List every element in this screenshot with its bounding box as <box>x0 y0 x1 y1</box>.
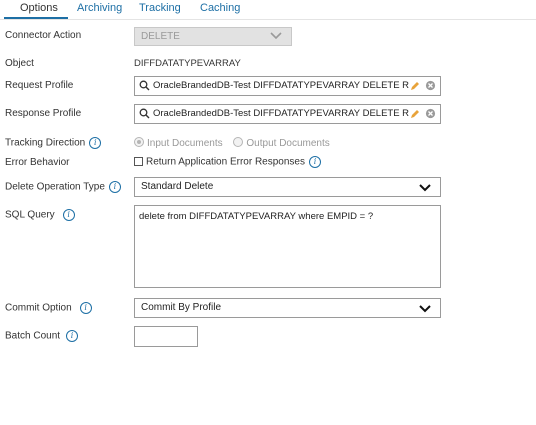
tab-options[interactable]: Options <box>20 2 58 14</box>
object-value: DIFFDATATYPEVARRAY <box>134 58 241 69</box>
request-profile-value: OracleBrandedDB-Test DIFFDATATYPEVARRAY … <box>153 80 409 91</box>
batch-count-label: Batch Count i <box>5 330 79 342</box>
info-icon[interactable]: i <box>308 156 321 168</box>
connector-action-label: Connector Action <box>5 30 82 41</box>
chevron-down-icon <box>418 182 432 197</box>
pencil-icon[interactable] <box>410 109 420 122</box>
clear-icon[interactable] <box>425 80 436 94</box>
commit-option-select[interactable]: Commit By Profile <box>134 298 441 318</box>
sql-query-text: SQL Query <box>5 209 55 221</box>
tab-bar: Options Archiving Tracking Caching <box>0 0 536 20</box>
search-icon <box>139 108 150 122</box>
info-icon[interactable]: i <box>66 330 79 342</box>
response-profile-field[interactable]: OracleBrandedDB-Test DIFFDATATYPEVARRAY … <box>134 104 441 124</box>
tracking-direction-radios: Input Documents Output Documents <box>134 137 330 149</box>
info-icon[interactable]: i <box>62 209 75 221</box>
connector-action-select: DELETE <box>134 27 292 46</box>
error-behavior-option: Return Application Error Responses i <box>134 156 321 168</box>
error-behavior-label: Error Behavior <box>5 157 70 168</box>
object-label: Object <box>5 58 34 69</box>
clear-icon[interactable] <box>425 108 436 122</box>
tab-archiving[interactable]: Archiving <box>77 2 122 14</box>
input-documents-label: Input Documents <box>147 138 223 149</box>
tab-tracking[interactable]: Tracking <box>139 2 181 14</box>
chevron-down-icon <box>418 303 432 318</box>
response-profile-value: OracleBrandedDB-Test DIFFDATATYPEVARRAY … <box>153 108 409 119</box>
delete-operation-type-label: Delete Operation Type i <box>5 181 121 193</box>
input-documents-radio <box>134 137 144 147</box>
tracking-direction-text: Tracking Direction <box>5 137 86 149</box>
tracking-direction-label: Tracking Direction i <box>5 137 102 149</box>
delete-operation-type-select[interactable]: Standard Delete <box>134 177 441 197</box>
request-profile-field[interactable]: OracleBrandedDB-Test DIFFDATATYPEVARRAY … <box>134 76 441 96</box>
delete-operation-type-value: Standard Delete <box>141 181 214 192</box>
batch-count-input[interactable] <box>134 326 198 347</box>
sql-query-label: SQL Query i <box>5 209 75 221</box>
chevron-down-icon <box>269 29 283 46</box>
return-errors-checkbox[interactable] <box>134 156 143 166</box>
return-errors-label: Return Application Error Responses <box>146 156 305 168</box>
commit-option-value: Commit By Profile <box>141 302 222 313</box>
sql-query-textarea[interactable]: delete from DIFFDATATYPEVARRAY where EMP… <box>134 205 441 288</box>
commit-option-text: Commit Option <box>5 302 72 314</box>
pencil-icon[interactable] <box>410 81 420 94</box>
info-icon[interactable]: i <box>79 302 92 314</box>
delete-operation-type-text: Delete Operation Type <box>5 181 105 193</box>
info-icon[interactable]: i <box>89 137 102 149</box>
commit-option-label: Commit Option i <box>5 302 92 314</box>
active-tab-indicator <box>4 17 68 19</box>
tab-caching[interactable]: Caching <box>200 2 240 14</box>
connector-action-value: DELETE <box>141 31 180 42</box>
info-icon[interactable]: i <box>108 181 121 193</box>
batch-count-text: Batch Count <box>5 330 61 342</box>
sql-query-value: delete from DIFFDATATYPEVARRAY where EMP… <box>139 211 374 222</box>
output-documents-radio <box>233 137 244 147</box>
output-documents-label: Output Documents <box>246 138 330 149</box>
response-profile-label: Response Profile <box>5 108 82 119</box>
search-icon <box>139 80 150 94</box>
request-profile-label: Request Profile <box>5 80 74 91</box>
